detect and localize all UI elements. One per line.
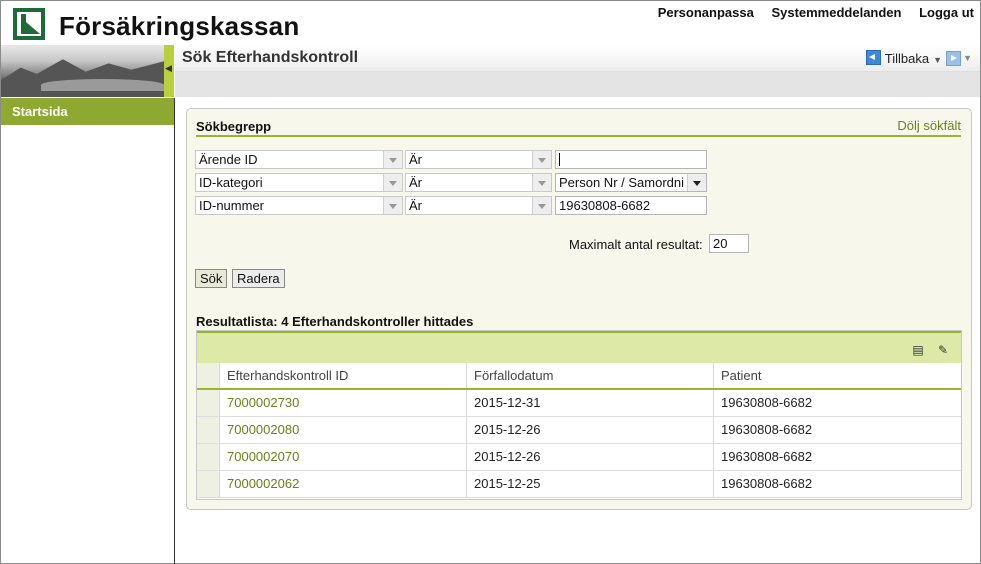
max-results-input[interactable]: 20 (709, 234, 749, 253)
back-label: Tillbaka (884, 51, 930, 66)
value-select-2-value: Person Nr / Samordni (559, 175, 684, 190)
hide-search-link[interactable]: Dölj sökfält (897, 118, 961, 133)
column-header-id[interactable]: Efterhandskontroll ID (220, 363, 467, 388)
row-id-link[interactable]: 7000002062 (220, 471, 467, 497)
sidebar-divider (174, 98, 175, 564)
table-row[interactable]: 7000002730 2015-12-31 19630808-6682 (197, 390, 961, 417)
row-stub (197, 471, 220, 497)
banner-image (1, 45, 164, 97)
row-patient: 19630808-6682 (721, 476, 813, 491)
field-select-2-value: ID-kategori (199, 175, 263, 190)
chevron-down-icon[interactable] (383, 174, 402, 191)
chevron-down-icon[interactable] (532, 197, 551, 214)
grid-toolbar: ▤ ✎ (197, 331, 961, 363)
link-systemmeddelanden[interactable]: Systemmeddelanden (771, 5, 901, 20)
header-row-stub (197, 363, 220, 388)
chevron-down-icon[interactable] (383, 151, 402, 168)
page-titlebar: Sök Efterhandskontroll Tillbaka ▼ ▼ (175, 45, 980, 72)
operator-select-1[interactable]: Är (405, 150, 552, 169)
wrench-icon[interactable]: ✎ (936, 343, 950, 357)
row-patient: 19630808-6682 (721, 395, 813, 410)
row-id-link[interactable]: 7000002080 (220, 417, 467, 443)
value-input-3[interactable]: 19630808-6682 (555, 196, 707, 215)
operator-select-1-value: Är (409, 152, 422, 167)
value-select-2[interactable]: Person Nr / Samordni (555, 173, 707, 192)
row-patient: 19630808-6682 (721, 422, 813, 437)
table-row[interactable]: 7000002062 2015-12-25 19630808-6682 (197, 471, 961, 498)
header: Försäkringskassan Personanpassa Systemme… (1, 1, 980, 45)
operator-select-2-value: Är (409, 175, 422, 190)
row-date: 2015-12-25 (467, 471, 714, 497)
row-stub (197, 417, 220, 443)
search-button[interactable]: Sök (195, 269, 228, 288)
search-section-header: Sökbegrepp Dölj sökfält (196, 118, 961, 137)
max-results-label: Maximalt antal resultat: (569, 237, 703, 252)
chevron-down-icon[interactable] (383, 197, 402, 214)
chevron-down-icon[interactable]: ▼ (933, 55, 942, 65)
row-date: 2015-12-26 (467, 417, 714, 443)
row-date: 2015-12-26 (467, 444, 714, 470)
sub-toolbar (175, 72, 980, 97)
field-select-3-value: ID-nummer (199, 198, 265, 213)
logo-icon (13, 8, 45, 40)
back-arrow-icon (865, 50, 881, 65)
chevron-left-icon: ◀ (165, 63, 172, 73)
sidebar-item-startsida[interactable]: Startsida (1, 98, 174, 125)
row-stub (197, 444, 220, 470)
column-header-patient[interactable]: Patient (714, 363, 961, 388)
search-section-title: Sökbegrepp (196, 119, 272, 134)
chevron-down-icon[interactable] (687, 174, 706, 191)
link-logga-ut[interactable]: Logga ut (919, 5, 974, 20)
operator-select-2[interactable]: Är (405, 173, 552, 192)
export-icon[interactable]: ▤ (911, 343, 925, 357)
app-window: Försäkringskassan Personanpassa Systemme… (0, 0, 981, 564)
chevron-down-icon[interactable] (532, 174, 551, 191)
field-select-2[interactable]: ID-kategori (195, 173, 403, 192)
forward-arrow-icon[interactable] (946, 51, 961, 66)
table-row[interactable]: 7000002070 2015-12-26 19630808-6682 (197, 444, 961, 471)
row-date: 2015-12-31 (467, 390, 714, 416)
text-cursor (559, 153, 560, 166)
results-grid: ▤ ✎ Efterhandskontroll ID Förfallodatum … (196, 330, 962, 500)
value-input-1[interactable] (555, 150, 707, 169)
clear-button[interactable]: Radera (232, 269, 285, 288)
chevron-down-icon[interactable]: ▼ (963, 53, 972, 63)
field-select-1[interactable]: Ärende ID (195, 150, 403, 169)
operator-select-3-value: Är (409, 198, 422, 213)
field-select-1-value: Ärende ID (199, 152, 258, 167)
results-title: Resultatlista: 4 Efterhandskontroller hi… (196, 314, 474, 329)
operator-select-3[interactable]: Är (405, 196, 552, 215)
row-stub (197, 390, 220, 416)
row-id-link[interactable]: 7000002730 (220, 390, 467, 416)
row-patient: 19630808-6682 (721, 449, 813, 464)
back-button[interactable]: Tillbaka ▼ (865, 50, 942, 66)
table-row[interactable]: 7000002080 2015-12-26 19630808-6682 (197, 417, 961, 444)
row-id-link[interactable]: 7000002070 (220, 444, 467, 470)
search-panel: Sökbegrepp Dölj sökfält Ärende ID Är ID-… (186, 108, 972, 510)
page-title: Sök Efterhandskontroll (182, 49, 359, 66)
collapse-sidebar-button[interactable]: ◀ (164, 45, 174, 97)
column-header-date[interactable]: Förfallodatum (467, 363, 714, 388)
link-personanpassa[interactable]: Personanpassa (658, 5, 754, 20)
logo-text: Försäkringskassan (59, 11, 300, 41)
grid-header: Efterhandskontroll ID Förfallodatum Pati… (197, 363, 961, 390)
chevron-down-icon[interactable] (532, 151, 551, 168)
top-links: Personanpassa Systemmeddelanden Logga ut (644, 5, 974, 20)
field-select-3[interactable]: ID-nummer (195, 196, 403, 215)
